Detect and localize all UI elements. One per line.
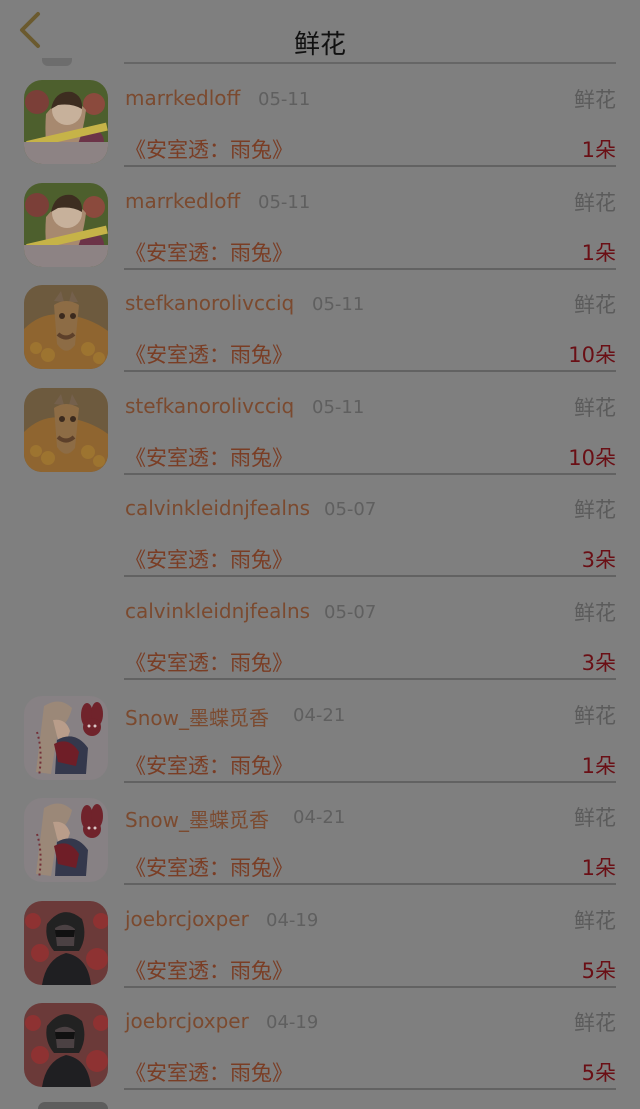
user-name[interactable]: stefkanorolivcciq	[125, 291, 294, 315]
avatar[interactable]	[24, 900, 108, 985]
work-title-link[interactable]: 《安室透：雨兔》	[125, 442, 293, 472]
flower-count: 3朵	[581, 650, 616, 675]
flower-count: 1朵	[581, 240, 616, 265]
list-item[interactable]: Snow_墨蝶觅香 04-21 鲜花《安室透：雨兔》 1朵	[0, 680, 640, 783]
date-label: 05-07	[324, 601, 377, 623]
list-item[interactable]: stefkanorolivcciq 05-11 鲜花《安室透：雨兔》 10朵	[0, 269, 640, 373]
date-label: 04-21	[293, 807, 346, 829]
gift-type: 鲜花	[574, 806, 616, 831]
avatar[interactable]	[24, 80, 108, 164]
avatar[interactable]	[24, 182, 108, 267]
work-title-link[interactable]: 《安室透：雨兔》	[125, 750, 293, 780]
work-title-link[interactable]: 《安室透：雨兔》	[125, 237, 293, 267]
date-label: 05-11	[312, 396, 365, 418]
avatar[interactable]	[24, 490, 108, 574]
avatar[interactable]	[24, 798, 108, 883]
work-title-link[interactable]: 《安室透：雨兔》	[125, 134, 293, 164]
work-title-link[interactable]: 《安室透：雨兔》	[125, 852, 293, 882]
gift-type: 鲜花	[574, 498, 616, 523]
user-name[interactable]: joebrcjoxper	[125, 907, 249, 931]
user-name[interactable]: calvinkleidnjfealns	[125, 599, 310, 623]
work-title-link[interactable]: 《安室透：雨兔》	[125, 339, 293, 369]
work-title-link[interactable]: 《安室透：雨兔》	[125, 544, 293, 574]
gift-type: 鲜花	[574, 908, 616, 933]
flower-count: 5朵	[581, 1061, 616, 1086]
flower-count: 5朵	[581, 958, 616, 983]
list-item[interactable]: marrkedloff 05-11 鲜花《安室透：雨兔》 1朵	[0, 64, 640, 167]
user-name[interactable]: joebrcjoxper	[125, 1009, 249, 1033]
flower-count: 10朵	[568, 445, 616, 470]
flower-list: marrkedloff 05-11 鲜花 《安室透：雨兔》 1朵 marrkedloff 0…	[0, 64, 640, 1091]
gift-type: 鲜花	[574, 703, 616, 728]
flower-count: 1朵	[581, 138, 616, 162]
work-title-link[interactable]: 《安室透：雨兔》	[125, 955, 293, 985]
avatar[interactable]	[24, 593, 108, 677]
user-name[interactable]: marrkedloff	[125, 189, 240, 213]
page-title: 鲜花	[293, 30, 346, 60]
flower-count: 1朵	[581, 856, 616, 881]
user-name[interactable]: calvinkleidnjfealns	[125, 496, 310, 520]
date-label: 05-11	[312, 294, 365, 316]
gift-type: 鲜花	[574, 600, 616, 625]
gift-type: 鲜花	[574, 88, 616, 112]
date-label: 04-21	[293, 704, 346, 726]
gift-type: 鲜花	[574, 395, 616, 420]
top-bar: 鲜花	[0, 0, 640, 66]
flower-count: 3朵	[581, 548, 616, 573]
avatar[interactable]	[24, 387, 108, 472]
list-item[interactable]: calvinkleidnjfealns 05-07 鲜花《安室透：雨兔》 3朵	[0, 474, 640, 578]
gift-type: 鲜花	[574, 293, 616, 318]
avatar[interactable]	[24, 1003, 108, 1088]
flower-count: 10朵	[568, 343, 616, 368]
user-name[interactable]: Snow_墨蝶觅香	[125, 702, 269, 731]
flower-count: 1朵	[581, 753, 616, 778]
gift-type: 鲜花	[574, 1011, 616, 1036]
list-item[interactable]: stefkanorolivcciq 05-11 鲜花《安室透：雨兔》 10朵	[0, 372, 640, 475]
avatar[interactable]	[24, 285, 108, 370]
date-label: 04-19	[266, 909, 319, 931]
next-avatar-peek	[38, 1102, 108, 1109]
list-item[interactable]: calvinkleidnjfealns 05-07 鲜花《安室透：雨兔》 3朵	[0, 577, 640, 680]
list-item[interactable]: joebrcjoxper 04-19 鲜花《安室透：雨兔》 5朵	[0, 987, 640, 1091]
work-title-link[interactable]: 《安室透：雨兔》	[125, 647, 293, 677]
list-item[interactable]: marrkedloff 05-11 鲜花《安室透：雨兔》 1朵	[0, 167, 640, 270]
user-name[interactable]: Snow_墨蝶觅香	[125, 804, 269, 833]
user-name[interactable]: stefkanorolivcciq	[125, 394, 294, 418]
user-name[interactable]: marrkedloff	[125, 86, 240, 110]
list-item[interactable]: joebrcjoxper 04-19 鲜花《安室透：雨兔》 5朵	[0, 885, 640, 988]
row-divider	[124, 1088, 616, 1091]
date-label: 05-07	[324, 499, 377, 521]
gift-type: 鲜花	[574, 190, 616, 215]
date-label: 05-11	[258, 191, 311, 213]
work-title-link[interactable]: 《安室透：雨兔》	[125, 1057, 293, 1087]
date-label: 04-19	[266, 1012, 319, 1034]
date-label: 05-11	[258, 89, 311, 110]
list-item[interactable]: Snow_墨蝶觅香 04-21 鲜花《安室透：雨兔》 1朵	[0, 782, 640, 886]
avatar[interactable]	[24, 695, 108, 780]
